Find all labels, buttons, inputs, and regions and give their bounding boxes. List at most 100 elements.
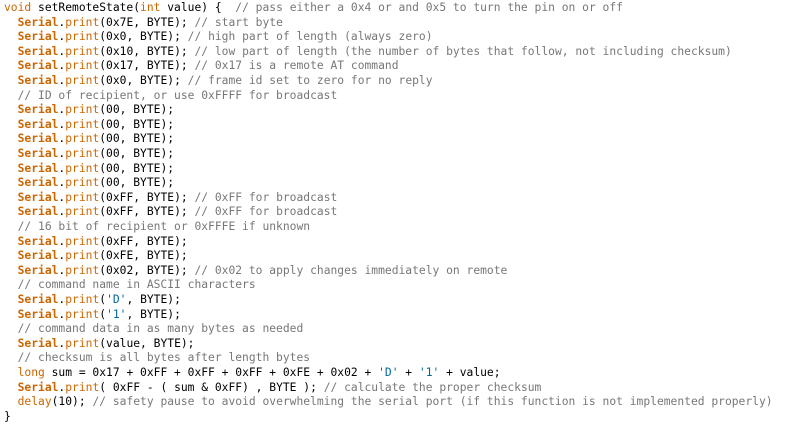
code-line: } [4,409,11,424]
token-keyword-bold: Serial [17,380,59,394]
token-keyword: print [65,176,100,190]
token-plain: sum = 0x17 + 0xFF + 0xFF + 0xFF + 0xFE +… [44,366,379,379]
token-plain: (10); [51,395,93,409]
code-line: // command name in ASCII characters [4,277,256,292]
token-comment: // ID of recipient, or use 0xFFFF for br… [17,88,338,102]
code-line: Serial.print( 0xFF - ( sum & 0xFF) , BYT… [4,380,542,395]
code-line: Serial.print('1', BYTE); [4,307,181,322]
token-keyword: print [65,103,100,117]
code-line: long sum = 0x17 + 0xFF + 0xFF + 0xFF + 0… [4,365,501,380]
token-keyword-bold: Serial [17,132,59,146]
token-plain: (0x02, BYTE); [99,263,195,277]
token-keyword-bold: Serial [17,293,59,306]
token-plain: (00, BYTE); [99,103,175,117]
code-line: Serial.print(0xFE, BYTE); [4,248,188,263]
token-comment: // 0x02 to apply changes immediately on … [194,263,508,277]
code-line: Serial.print(0x0, BYTE); // high part of… [4,29,433,44]
token-keyword: print [65,190,100,204]
token-plain: (value, BYTE); [99,336,195,350]
code-editor[interactable]: void setRemoteState(int value) { // pass… [4,0,800,429]
code-line: Serial.print(00, BYTE); [4,131,174,146]
token-plain: value) { [160,1,236,14]
token-comment: // checksum is all bytes after length by… [17,351,311,365]
token-plain: (00, BYTE); [99,117,175,131]
token-keyword: print [65,205,100,219]
token-plain: (00, BYTE); [99,161,175,175]
code-line: Serial.print(0x10, BYTE); // low part of… [4,44,732,59]
token-comment: // 0x17 is a remote AT command [194,59,399,73]
token-keyword-bold: Serial [17,176,59,190]
token-comment: // 0xFF for broadcast [194,205,338,219]
token-keyword: print [65,161,100,175]
token-keyword-bold: Serial [17,30,59,44]
token-plain: (0xFF, BYTE); [99,205,195,219]
token-string: 'D' [106,293,127,306]
token-keyword-bold: Serial [17,74,59,87]
token-keyword-bold: Serial [17,15,59,29]
token-keyword: print [65,15,100,29]
token-keyword: print [65,147,100,160]
code-line: Serial.print('D', BYTE); [4,292,181,307]
token-keyword-bold: Serial [17,263,59,277]
token-plain: (0xFF, BYTE); [99,190,195,204]
token-keyword-bold: Serial [17,103,59,117]
token-string: '1' [106,307,127,321]
token-plain: (0xFF, BYTE); [99,234,188,248]
code-line: Serial.print(00, BYTE); [4,102,174,117]
code-line: delay(10); // safety pause to avoid over… [4,394,773,409]
code-line: Serial.print(00, BYTE); [4,146,174,161]
token-keyword: print [65,249,100,263]
token-plain: + [398,366,419,379]
code-line: Serial.print(0x17, BYTE); // 0x17 is a r… [4,58,399,73]
token-keyword: long [17,366,45,379]
token-keyword: print [65,44,100,58]
token-comment: // pass either a 0x4 or and 0x5 to turn … [235,1,623,14]
token-keyword-bold: Serial [17,190,59,204]
token-keyword-bold: Serial [17,307,59,321]
token-comment: // low part of length (the number of byt… [194,44,732,58]
token-keyword-bold: Serial [17,336,59,350]
code-line: Serial.print(0xFF, BYTE); // 0xFF for br… [4,190,338,205]
token-keyword: print [65,30,100,44]
token-keyword-bold: Serial [17,234,59,248]
token-keyword: delay [17,395,52,409]
token-keyword: print [65,293,100,306]
token-keyword-bold: Serial [17,59,59,73]
token-string: 'D' [378,366,399,379]
code-line: Serial.print(0xFF, BYTE); // 0xFF for br… [4,204,338,219]
token-plain: (0xFE, BYTE); [99,249,188,263]
token-keyword: print [65,117,100,131]
token-comment: // frame id set to zero for no reply [187,74,433,87]
token-comment: // calculate the proper checksum [323,380,542,394]
token-keyword-bold: Serial [17,44,59,58]
token-plain: + value; [439,366,501,379]
token-keyword: print [65,59,100,73]
token-string: '1' [418,366,440,379]
token-comment: // 16 bit of recipient or 0xFFFE if unkn… [17,220,311,233]
token-plain: , BYTE); [126,293,181,306]
token-plain: (00, BYTE); [99,147,175,160]
